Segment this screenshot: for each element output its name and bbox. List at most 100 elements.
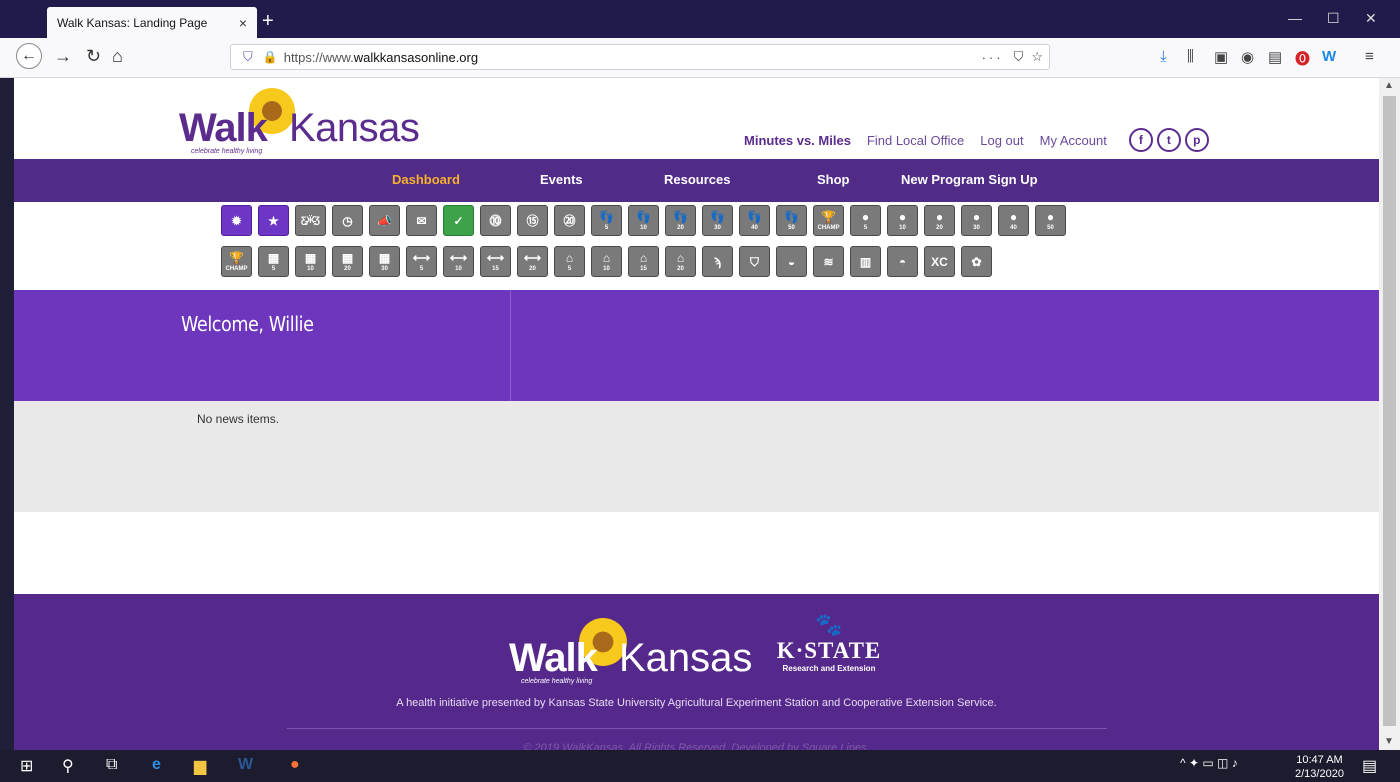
address-bar[interactable]: ⛉ 🔒 https://www. walkkansasonline.org ··… (230, 44, 1050, 70)
hero-icon[interactable]: ⛉ (739, 246, 770, 277)
scroll-down-icon[interactable]: ▼ (1384, 736, 1394, 747)
browser-tab[interactable]: Walk Kansas: Landing Page × (47, 7, 257, 38)
word-extension-icon[interactable]: W (1322, 48, 1336, 65)
apple-40-icon[interactable]: ● 40 (998, 205, 1029, 236)
arrows-5-icon[interactable]: ⟷ 5 (406, 246, 437, 277)
sunrise-icon[interactable]: ◒ (776, 246, 807, 277)
account-icon[interactable]: ◉ (1241, 48, 1254, 66)
scroll-up-icon[interactable]: ▲ (1384, 80, 1394, 91)
word-icon[interactable]: W (238, 756, 253, 774)
forward-icon[interactable]: → (54, 46, 72, 67)
nav-resources[interactable]: Resources (664, 172, 730, 187)
footprints-10-icon[interactable]: 👣 10 (628, 205, 659, 236)
nav-events[interactable]: Events (540, 172, 583, 187)
check-circle-icon[interactable]: ✓ (443, 205, 474, 236)
sunburst-icon[interactable]: ✹ (221, 205, 252, 236)
xc-icon[interactable]: XC (924, 246, 955, 277)
badge-glyph: ✉ (416, 213, 427, 228)
apple-5-icon[interactable]: ● 5 (850, 205, 881, 236)
task-view-icon[interactable]: ⧉ (106, 756, 117, 774)
home-icon[interactable]: ⌂ (112, 46, 123, 67)
firefox-icon[interactable]: ● (290, 756, 300, 774)
twitter-icon[interactable]: t (1156, 128, 1181, 152)
kstate-subtitle: Research and Extension (782, 664, 876, 673)
building-20-icon[interactable]: ▦ 20 (332, 246, 363, 277)
log-out-link[interactable]: Log out (980, 133, 1023, 148)
apple-10-icon[interactable]: ● 10 (887, 205, 918, 236)
medal-20-icon[interactable]: ⑳ (554, 205, 585, 236)
city-icon[interactable]: ▥ (850, 246, 881, 277)
star-icon[interactable]: ★ (258, 205, 289, 236)
map-20-icon[interactable]: ⌂ 20 (665, 246, 696, 277)
arrows-20-icon[interactable]: ⟷ 20 (517, 246, 548, 277)
nav-shop[interactable]: Shop (817, 172, 850, 187)
wind-icon[interactable]: ≋ (813, 246, 844, 277)
tab-close-icon[interactable]: × (239, 15, 247, 31)
footprints-5-icon[interactable]: 👣 5 (591, 205, 622, 236)
search-icon[interactable]: ⚲ (62, 756, 74, 776)
back-icon[interactable]: ← (16, 43, 42, 69)
medal-15-icon[interactable]: ⑮ (517, 205, 548, 236)
edge-icon[interactable]: e (152, 756, 161, 774)
arrows-10-icon[interactable]: ⟷ 10 (443, 246, 474, 277)
pinterest-extension-icon[interactable]: ⓿ (1295, 48, 1310, 69)
clock-icon[interactable]: ◷ (332, 205, 363, 236)
megaphone-icon[interactable]: 📣 (369, 205, 400, 236)
apple-50-icon[interactable]: ● 50 (1035, 205, 1066, 236)
apple-30-icon[interactable]: ● 30 (961, 205, 992, 236)
map-15-icon[interactable]: ⌂ 15 (628, 246, 659, 277)
page-scrollbar[interactable]: ▲ ▼ (1379, 78, 1400, 750)
new-tab-button[interactable]: + (262, 10, 274, 33)
lock-icon[interactable]: 🔒 (263, 50, 278, 64)
facebook-icon[interactable]: f (1128, 128, 1153, 152)
building-5-icon[interactable]: ▦ 5 (258, 246, 289, 277)
arrows-15-icon[interactable]: ⟷ 15 (480, 246, 511, 277)
clock-date: 2/13/2020 (1295, 768, 1344, 780)
library-icon[interactable]: ⫼ (1187, 48, 1194, 65)
page-actions-icon[interactable]: ··· (982, 50, 1004, 65)
my-account-link[interactable]: My Account (1040, 133, 1107, 148)
map-10-icon[interactable]: ⌂ 10 (591, 246, 622, 277)
reader-icon[interactable]: ▤ (1268, 48, 1282, 66)
mail-check-icon[interactable]: ✉ (406, 205, 437, 236)
wing-icon[interactable]: ϡ (702, 246, 733, 277)
footprints-40-icon[interactable]: 👣 40 (739, 205, 770, 236)
maximize-icon[interactable]: ☐ (1327, 10, 1340, 27)
badge-glyph: 👣 (673, 209, 688, 224)
trophy-champ-icon[interactable]: 🏆 CHAMP (221, 246, 252, 277)
apple-20-icon[interactable]: ● 20 (924, 205, 955, 236)
sunset-icon[interactable]: ◓ (887, 246, 918, 277)
windows-start-icon[interactable]: ⊞ (20, 756, 33, 776)
map-5-icon[interactable]: ⌂ 5 (554, 246, 585, 277)
taskbar-clock[interactable]: 10:47 AM 2/13/2020 (1295, 753, 1344, 781)
nav-new-program-sign-up[interactable]: New Program Sign Up (901, 172, 1038, 187)
butterfly-icon[interactable]: Ƹ̵̡Ӝ̵̨̄Ʒ (295, 205, 326, 236)
downloads-icon[interactable]: ⤓ (1160, 48, 1167, 65)
system-tray-icons[interactable]: ^ ✦ ▭ ◫ ♪ (1180, 756, 1238, 770)
building-30-icon[interactable]: ▦ 30 (369, 246, 400, 277)
kstate-logo[interactable]: 🐾 K·STATE Research and Extension (764, 612, 894, 673)
footprints-30-icon[interactable]: 👣 30 (702, 205, 733, 236)
nav-dashboard[interactable]: Dashboard (392, 172, 460, 187)
pinterest-icon[interactable]: p (1184, 128, 1209, 152)
trophy-champ-icon[interactable]: 🏆 CHAMP (813, 205, 844, 236)
tracking-shield-icon[interactable]: ⛉ (243, 49, 253, 65)
minutes-vs-miles-link[interactable]: Minutes vs. Miles (744, 133, 851, 148)
building-10-icon[interactable]: ▦ 10 (295, 246, 326, 277)
minimize-icon[interactable]: — (1288, 10, 1302, 26)
bookmark-star-icon[interactable]: ☆ (1031, 49, 1043, 65)
scrollbar-thumb[interactable] (1383, 96, 1396, 726)
footprints-20-icon[interactable]: 👣 20 (665, 205, 696, 236)
footprints-50-icon[interactable]: 👣 50 (776, 205, 807, 236)
menu-icon[interactable]: ≡ (1365, 48, 1374, 65)
find-local-office-link[interactable]: Find Local Office (867, 133, 964, 148)
pocket-icon[interactable]: ⛉ (1014, 49, 1024, 65)
sidebar-icon[interactable]: ▣ (1214, 48, 1228, 66)
close-window-icon[interactable]: ✕ (1365, 10, 1377, 27)
notifications-icon[interactable]: ▤ (1362, 756, 1377, 776)
flower-icon[interactable]: ✿ (961, 246, 992, 277)
badge-glyph: ⌂ (639, 250, 648, 265)
medal-10-icon[interactable]: ⓾ (480, 205, 511, 236)
file-explorer-icon[interactable]: ▆ (194, 756, 206, 776)
reload-icon[interactable]: ↻ (86, 46, 101, 67)
